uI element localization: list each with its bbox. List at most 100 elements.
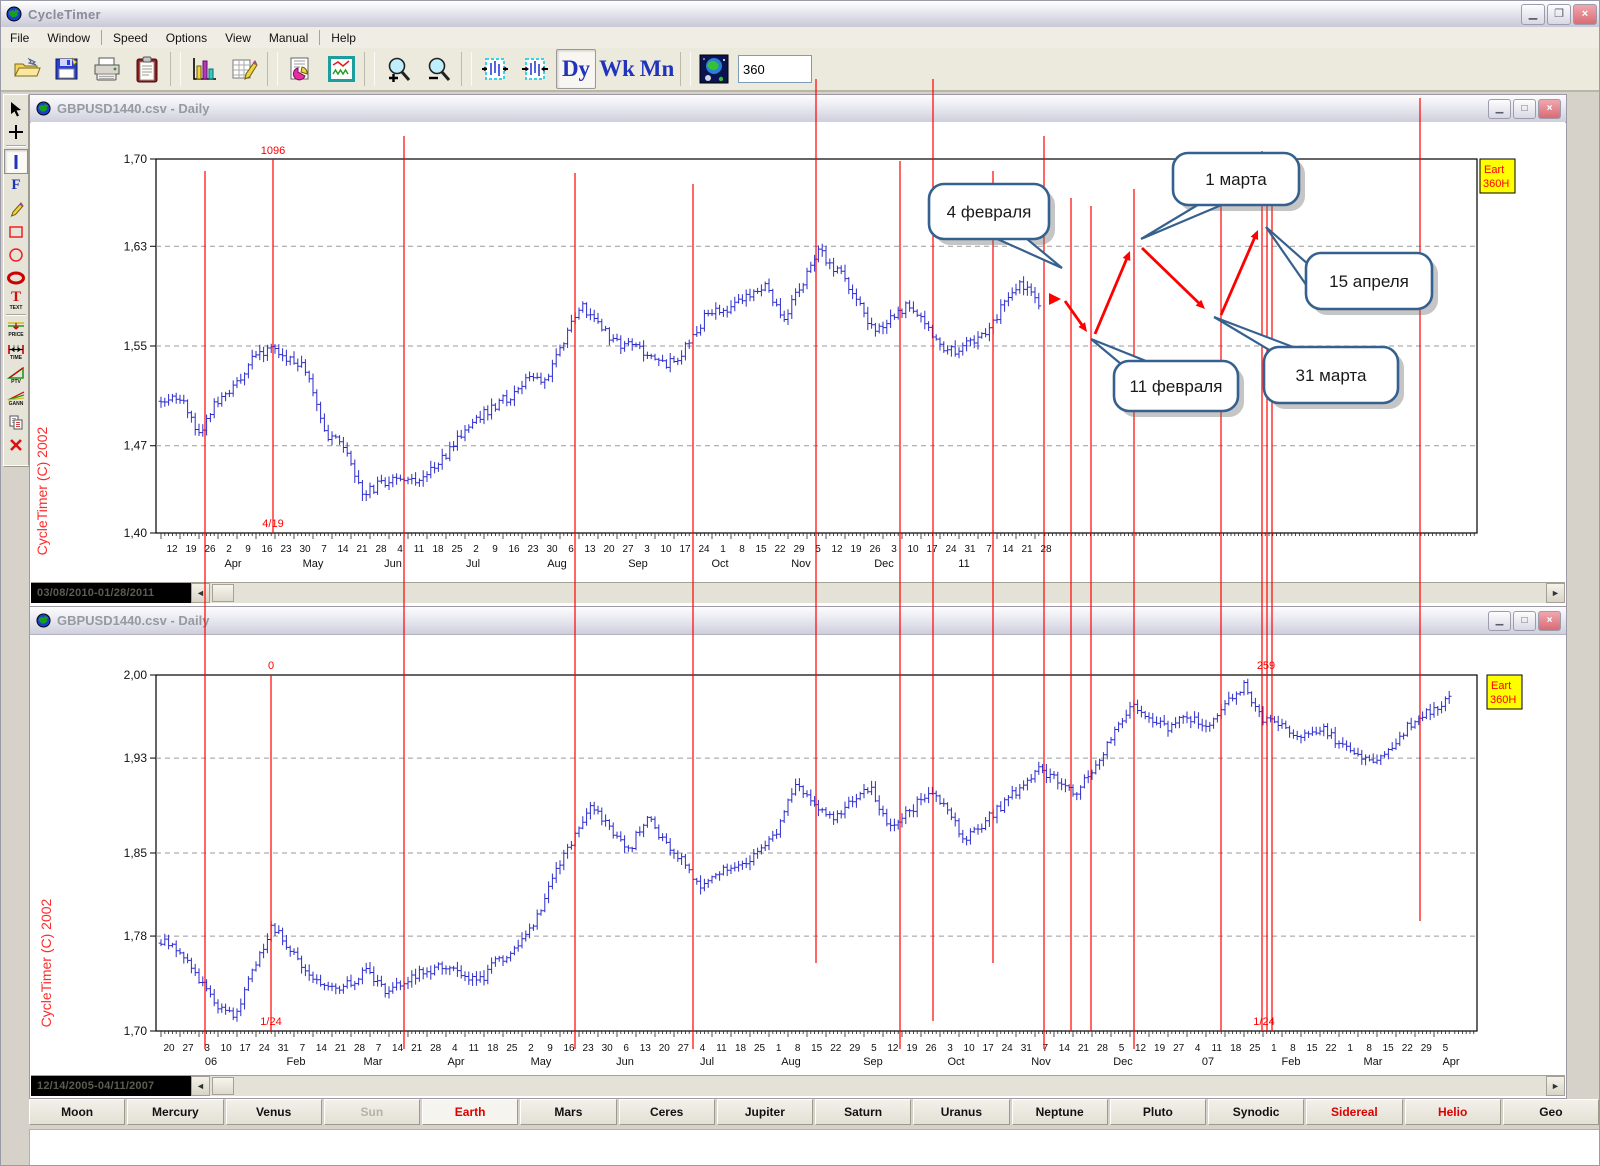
tab-helio[interactable]: Helio [1405, 1099, 1501, 1125]
scroll-track[interactable] [210, 583, 1546, 603]
menu-file[interactable]: File [1, 29, 38, 47]
ptv-tool[interactable]: PTV [5, 364, 27, 387]
chart-window-title-bar[interactable]: GBPUSD1440.csv - Daily ▁ □ × [30, 607, 1566, 635]
clipboard-button[interactable] [128, 50, 166, 88]
tab-synodic[interactable]: Synodic [1208, 1099, 1304, 1125]
x-tick-label: 23 [280, 544, 292, 555]
bar-chart-button[interactable] [185, 50, 223, 88]
x-tick-label: 11 [414, 544, 425, 555]
x-tick-label: 28 [1097, 1043, 1109, 1054]
tab-saturn[interactable]: Saturn [815, 1099, 911, 1125]
tab-earth[interactable]: Earth [422, 1099, 518, 1125]
delete-tool[interactable] [5, 433, 27, 456]
month-label: Sep [863, 1056, 883, 1068]
price-tool-label: PRICE [8, 333, 23, 338]
month-label: Aug [781, 1056, 801, 1068]
chart-window-title-bar[interactable]: GBPUSD1440.csv - Daily ▁ □ × [30, 95, 1566, 123]
x-tick-label: 19 [850, 544, 862, 555]
gann-tool[interactable]: GANN [5, 387, 27, 410]
tab-mercury[interactable]: Mercury [127, 1099, 223, 1125]
title-bar[interactable]: CycleTimer ▁ ❐ × [1, 1, 1600, 28]
pencil-tool[interactable] [5, 197, 27, 220]
ephemeris-button[interactable] [282, 50, 320, 88]
x-tick-label: 10 [907, 544, 919, 555]
tab-uranus[interactable]: Uranus [913, 1099, 1009, 1125]
chart-scrollbar[interactable]: 12/14/2005-04/11/2007 ◄ ► [31, 1075, 1565, 1096]
x-tick-label: 7 [1043, 1043, 1049, 1054]
x-tick-label: 27 [182, 1043, 194, 1054]
open-file-button[interactable] [8, 50, 46, 88]
x-tick-label: 23 [583, 1043, 595, 1054]
scroll-right-button[interactable]: ► [1546, 1076, 1565, 1096]
tab-geo[interactable]: Geo [1503, 1099, 1599, 1125]
ellipse-tool[interactable] [5, 266, 27, 289]
tab-mars[interactable]: Mars [520, 1099, 616, 1125]
text-tool-glyph: T [11, 290, 21, 305]
chart-scrollbar[interactable]: 03/08/2010-01/28/2011 ◄ ► [31, 582, 1565, 603]
x-tick-label: 31 [1021, 1043, 1033, 1054]
minimize-button[interactable]: ▁ [1488, 99, 1511, 119]
month-label: Jul [466, 558, 480, 570]
wave-chart-button[interactable] [322, 50, 360, 88]
restore-button[interactable]: ❐ [1547, 4, 1571, 25]
price-tool[interactable]: PRICE [5, 318, 27, 341]
planet-button[interactable] [695, 50, 733, 88]
tab-jupiter[interactable]: Jupiter [717, 1099, 813, 1125]
tab-ceres[interactable]: Ceres [619, 1099, 715, 1125]
rectangle-tool[interactable] [5, 220, 27, 243]
x-tick-label: 14 [316, 1043, 328, 1054]
scroll-track[interactable] [210, 1076, 1546, 1096]
bar-chart-icon [191, 56, 218, 82]
monthly-button[interactable]: Mn [638, 50, 676, 88]
time-tool[interactable]: TIME [5, 341, 27, 364]
close-button[interactable]: × [1573, 4, 1597, 25]
data-table-button[interactable] [225, 50, 263, 88]
scroll-thumb[interactable] [212, 584, 234, 602]
x-tick-label: 8 [739, 544, 745, 555]
tab-pluto[interactable]: Pluto [1110, 1099, 1206, 1125]
x-tick-label: 31 [278, 1043, 290, 1054]
pointer-tool[interactable] [5, 97, 27, 120]
tab-sidereal[interactable]: Sidereal [1306, 1099, 1402, 1125]
menu-view[interactable]: View [216, 29, 260, 47]
menu-options[interactable]: Options [157, 29, 216, 47]
close-icon[interactable]: × [1538, 611, 1561, 631]
x-tick-label: 14 [1059, 1043, 1071, 1054]
menu-manual[interactable]: Manual [260, 29, 317, 47]
tab-neptune[interactable]: Neptune [1012, 1099, 1108, 1125]
vline-tool[interactable] [4, 149, 28, 174]
zoom-in-button[interactable] [379, 50, 417, 88]
scroll-left-button[interactable]: ◄ [191, 1076, 210, 1096]
menu-window[interactable]: Window [38, 29, 99, 47]
circle-tool[interactable] [5, 243, 27, 266]
compress-bars-button[interactable] [516, 50, 554, 88]
tab-sun[interactable]: Sun [324, 1099, 420, 1125]
x-tick-label: 12 [887, 1043, 899, 1054]
x-tick-label: 1 [776, 1043, 782, 1054]
price-chart-top: 1,701,631,551,471,4012192629162330714212… [29, 122, 1563, 581]
copy-tool[interactable] [5, 410, 27, 433]
scroll-left-button[interactable]: ◄ [191, 583, 210, 603]
fib-tool-glyph: F [11, 178, 20, 193]
minimize-button[interactable]: ▁ [1521, 4, 1545, 25]
minimize-button[interactable]: ▁ [1488, 611, 1511, 631]
text-tool[interactable]: TTEXT [5, 289, 27, 312]
maximize-button[interactable]: □ [1513, 99, 1536, 119]
weekly-button[interactable]: Wk [598, 50, 636, 88]
scroll-right-button[interactable]: ► [1546, 583, 1565, 603]
fib-tool[interactable]: F [5, 174, 27, 197]
zoom-out-button[interactable] [419, 50, 457, 88]
close-icon[interactable]: × [1538, 99, 1561, 119]
print-button[interactable] [88, 50, 126, 88]
menu-speed[interactable]: Speed [104, 29, 157, 47]
crosshair-tool[interactable] [5, 120, 27, 143]
save-button[interactable] [48, 50, 86, 88]
tab-venus[interactable]: Venus [226, 1099, 322, 1125]
tab-moon[interactable]: Moon [29, 1099, 125, 1125]
scroll-thumb[interactable] [212, 1077, 234, 1095]
period-input[interactable] [738, 55, 812, 83]
daily-button[interactable]: Dy [556, 49, 596, 89]
menu-help[interactable]: Help [322, 29, 365, 47]
expand-bars-button[interactable] [476, 50, 514, 88]
maximize-button[interactable]: □ [1513, 611, 1536, 631]
